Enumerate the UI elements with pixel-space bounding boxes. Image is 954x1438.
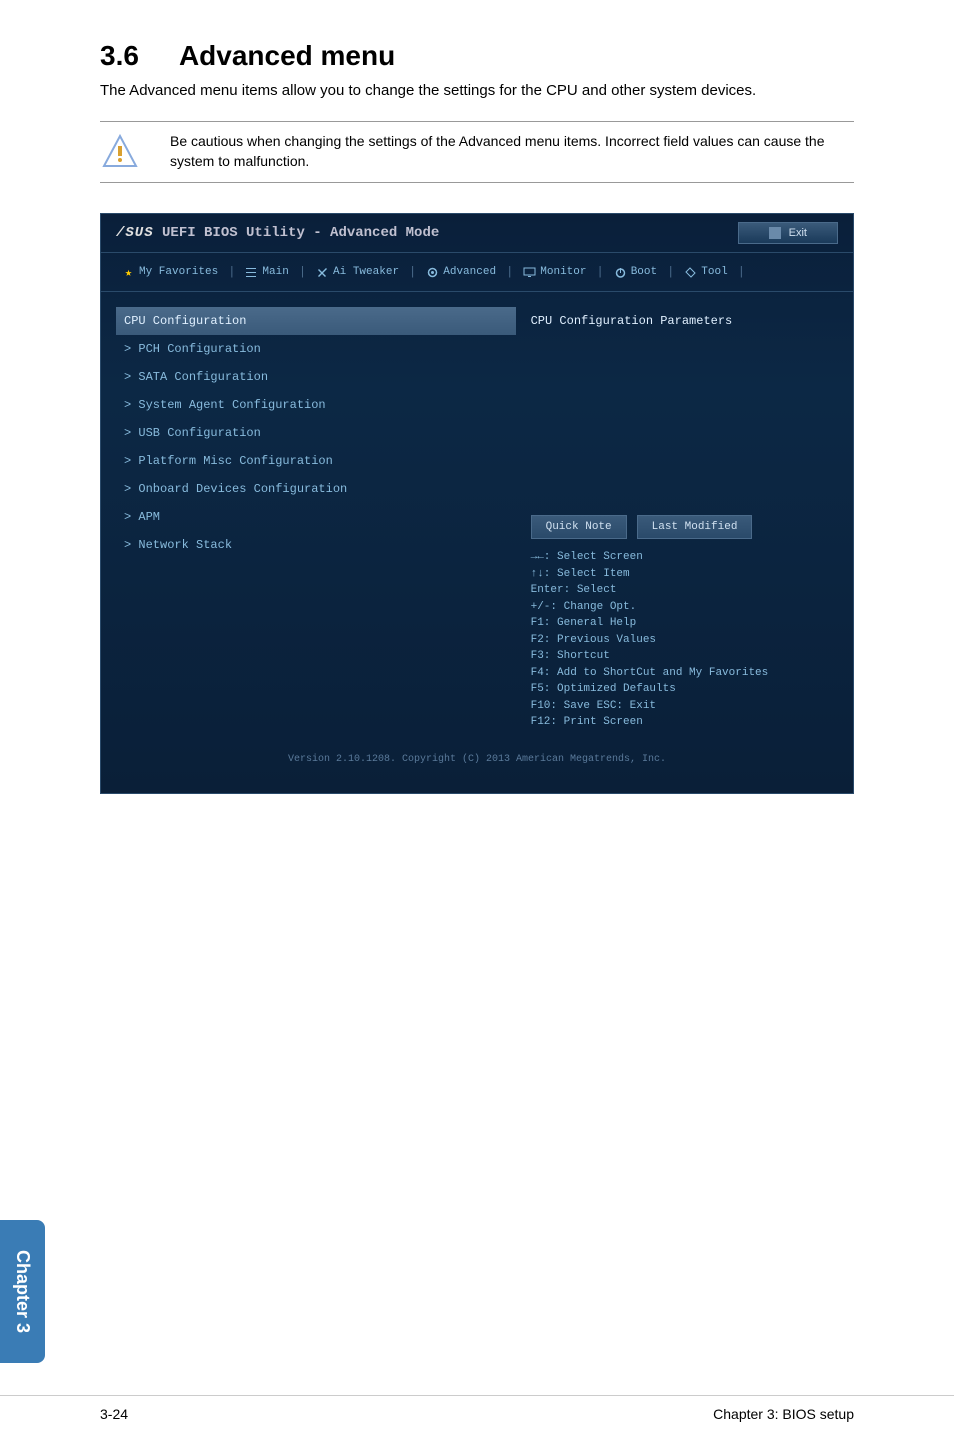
bios-logo: /SUS UEFI BIOS Utility - Advanced Mode (116, 225, 439, 241)
tab-tweaker[interactable]: Ai Tweaker (310, 261, 405, 283)
tab-separator: | (736, 261, 747, 283)
tab-boot[interactable]: Boot (608, 261, 663, 283)
warning-icon (100, 132, 140, 172)
asus-logo: /SUS (116, 225, 154, 241)
config-item-sata[interactable]: SATA Configuration (116, 363, 516, 391)
section-number: 3.6 (100, 40, 139, 71)
bios-screenshot: /SUS UEFI BIOS Utility - Advanced Mode E… (100, 213, 854, 794)
config-menu: CPU Configuration PCH Configuration SATA… (116, 307, 516, 731)
page-footer: 3-24 Chapter 3: BIOS setup (0, 1395, 954, 1422)
config-item-onboard[interactable]: Onboard Devices Configuration (116, 475, 516, 503)
bios-title: UEFI BIOS Utility - Advanced Mode (162, 225, 439, 241)
star-icon: ★ (122, 266, 135, 279)
bios-header: /SUS UEFI BIOS Utility - Advanced Mode E… (101, 214, 853, 253)
last-modified-button[interactable]: Last Modified (637, 515, 753, 539)
buttons-row: Quick Note Last Modified (531, 515, 838, 539)
right-panel-header: CPU Configuration Parameters (531, 307, 838, 335)
tab-advanced-label: Advanced (443, 266, 496, 278)
exit-icon (769, 227, 781, 239)
quick-note-button[interactable]: Quick Note (531, 515, 627, 539)
tab-separator: | (226, 261, 237, 283)
config-item-usb[interactable]: USB Configuration (116, 419, 516, 447)
tab-favorites-label: My Favorites (139, 266, 218, 278)
hotkey-line: F1: General Help (531, 615, 838, 632)
tab-separator: | (594, 261, 605, 283)
tab-monitor[interactable]: Monitor (517, 261, 592, 283)
config-item-system-agent[interactable]: System Agent Configuration (116, 391, 516, 419)
hotkey-line: F5: Optimized Defaults (531, 681, 838, 698)
bios-tabs: ★ My Favorites | Main | Ai Tweaker | (101, 253, 853, 292)
page-number: 3-24 (100, 1406, 128, 1422)
hotkey-line: Enter: Select (531, 582, 838, 599)
tool-icon (684, 266, 697, 279)
gear-icon (426, 266, 439, 279)
warning-box: Be cautious when changing the settings o… (100, 121, 854, 183)
bios-right-panel: CPU Configuration Parameters Quick Note … (531, 307, 838, 731)
tab-monitor-label: Monitor (540, 266, 586, 278)
tab-advanced[interactable]: Advanced (420, 261, 502, 283)
bios-footer: Version 2.10.1208. Copyright (C) 2013 Am… (101, 746, 853, 773)
hotkey-line: +/-: Change Opt. (531, 599, 838, 616)
tab-tool[interactable]: Tool (678, 261, 733, 283)
config-item-platform[interactable]: Platform Misc Configuration (116, 447, 516, 475)
tab-tool-label: Tool (701, 266, 727, 278)
config-item-cpu[interactable]: CPU Configuration (116, 307, 516, 335)
power-icon (614, 266, 627, 279)
tab-main-label: Main (262, 266, 288, 278)
exit-button[interactable]: Exit (738, 222, 838, 244)
section-heading: 3.6 Advanced menu (100, 40, 854, 72)
hotkey-line: F4: Add to ShortCut and My Favorites (531, 665, 838, 682)
wrench-icon (316, 266, 329, 279)
hotkey-line: F12: Print Screen (531, 714, 838, 731)
list-icon (245, 266, 258, 279)
section-description: The Advanced menu items allow you to cha… (100, 80, 854, 101)
config-item-pch[interactable]: PCH Configuration (116, 335, 516, 363)
tab-tweaker-label: Ai Tweaker (333, 266, 399, 278)
tab-boot-label: Boot (631, 266, 657, 278)
tab-separator: | (665, 261, 676, 283)
hotkeys-list: →←: Select Screen ↑↓: Select Item Enter:… (531, 549, 838, 731)
tab-separator: | (504, 261, 515, 283)
tab-separator: | (297, 261, 308, 283)
section-title: Advanced menu (179, 40, 395, 71)
hotkey-line: →←: Select Screen (531, 549, 838, 566)
tab-favorites[interactable]: ★ My Favorites (116, 261, 224, 283)
bios-body: CPU Configuration PCH Configuration SATA… (101, 292, 853, 746)
config-item-apm[interactable]: APM (116, 503, 516, 531)
hotkey-line: F3: Shortcut (531, 648, 838, 665)
tab-separator: | (407, 261, 418, 283)
warning-text: Be cautious when changing the settings o… (170, 132, 854, 171)
hotkey-line: ↑↓: Select Item (531, 566, 838, 583)
tab-main[interactable]: Main (239, 261, 294, 283)
hotkey-line: F2: Previous Values (531, 632, 838, 649)
exit-label: Exit (789, 227, 807, 239)
chapter-tab: Chapter 3 (0, 1220, 45, 1363)
chapter-label: Chapter 3: BIOS setup (713, 1406, 854, 1422)
monitor-icon (523, 266, 536, 279)
config-item-network[interactable]: Network Stack (116, 531, 516, 559)
hotkey-line: F10: Save ESC: Exit (531, 698, 838, 715)
